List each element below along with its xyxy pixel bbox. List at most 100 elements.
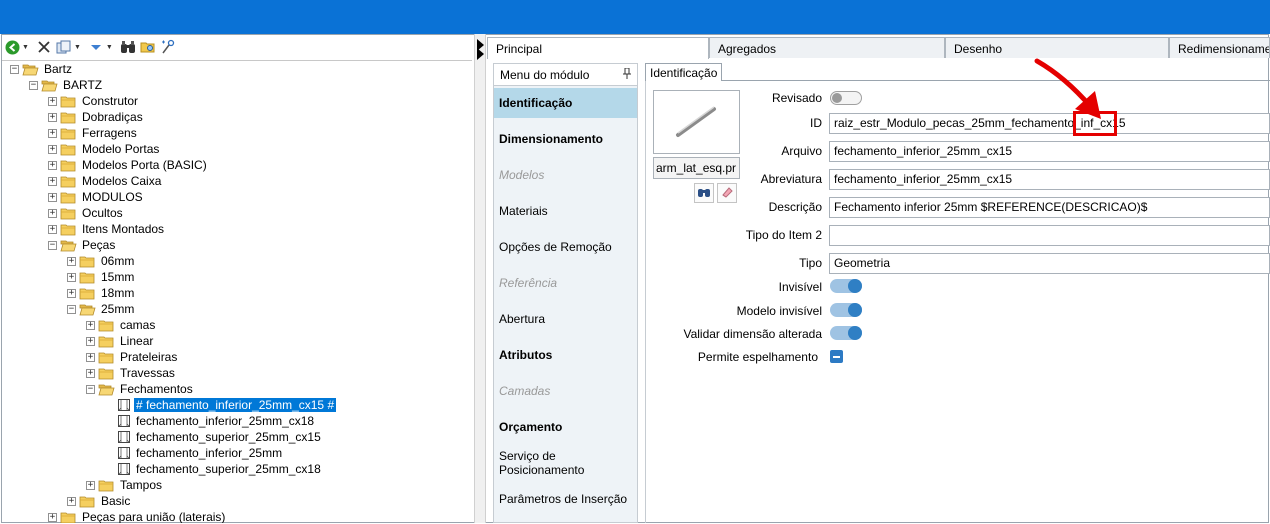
- module-menu: Menu do módulo Identificação Dimensioname…: [493, 63, 638, 523]
- menu-item[interactable]: Materiais: [494, 196, 637, 226]
- menu-item[interactable]: Atributos: [494, 340, 637, 370]
- collapse-icon[interactable]: −: [10, 64, 19, 74]
- expand-icon[interactable]: +: [86, 336, 95, 346]
- tree-item-label: 18mm: [101, 286, 135, 300]
- espelhamento-checkbox[interactable]: [830, 350, 843, 363]
- folder-icon: [79, 287, 96, 300]
- pin-icon[interactable]: [623, 67, 631, 82]
- tree-item[interactable]: + Travessas: [86, 365, 177, 381]
- tree-item[interactable]: +18mm: [67, 285, 136, 301]
- tipo-select[interactable]: Geometria: [829, 253, 1270, 274]
- expand-icon[interactable]: +: [48, 112, 57, 122]
- tree-item[interactable]: + Construtor: [48, 93, 140, 109]
- expand-icon[interactable]: +: [86, 320, 95, 330]
- collapse-icon[interactable]: −: [86, 384, 95, 394]
- tree-item[interactable]: +15mm: [67, 269, 136, 285]
- panel-splitter[interactable]: [474, 34, 486, 523]
- expand-icon[interactable]: +: [48, 192, 57, 202]
- close-icon[interactable]: [36, 39, 52, 55]
- tree-item[interactable]: + Modelos Porta (BASIC): [48, 157, 209, 173]
- tab-label: Agregados: [718, 42, 777, 56]
- expand-icon[interactable]: +: [48, 128, 57, 138]
- expand-icon[interactable]: +: [86, 368, 95, 378]
- tree-item[interactable]: + Ferragens: [48, 125, 139, 141]
- menu-item[interactable]: Orçamento: [494, 412, 637, 442]
- back-icon[interactable]: [4, 39, 20, 55]
- tree-item[interactable]: + MODULOS: [48, 189, 145, 205]
- tree-item[interactable]: − 25mm: [67, 301, 136, 317]
- collapse-icon[interactable]: −: [48, 240, 57, 250]
- menu-item[interactable]: Identificação: [494, 88, 637, 118]
- descricao-field[interactable]: Fechamento inferior 25mm $REFERENCE(DESC…: [829, 197, 1270, 218]
- settings-icon[interactable]: [160, 39, 176, 55]
- move-down-icon[interactable]: [88, 39, 104, 55]
- menu-item[interactable]: Dimensionamento: [494, 124, 637, 154]
- tab-agregados[interactable]: Agregados: [709, 37, 945, 58]
- expand-icon[interactable]: +: [86, 480, 95, 490]
- arquivo-field[interactable]: fechamento_inferior_25mm_cx15: [829, 141, 1270, 162]
- tree-item[interactable]: + Itens Montados: [48, 221, 166, 237]
- folder-search-icon[interactable]: [140, 39, 156, 55]
- tree-item[interactable]: fechamento_inferior_25mm_cx18: [105, 413, 316, 429]
- menu-item[interactable]: Abertura: [494, 304, 637, 334]
- menu-item[interactable]: Serviço de Posicionamento: [494, 448, 637, 478]
- tree-item-label: BARTZ: [63, 78, 103, 92]
- tree-item[interactable]: + Prateleiras: [86, 349, 179, 365]
- expand-icon[interactable]: +: [48, 176, 57, 186]
- menu-item[interactable]: Opções de Remoção: [494, 232, 637, 262]
- tree-item[interactable]: − Peças: [48, 237, 117, 253]
- expand-icon[interactable]: +: [86, 352, 95, 362]
- module-file-icon: [117, 446, 131, 460]
- expand-icon[interactable]: +: [67, 288, 76, 298]
- tipo-item2-field[interactable]: [829, 225, 1270, 246]
- back-dropdown-icon[interactable]: ▼: [22, 44, 29, 51]
- expand-icon[interactable]: +: [48, 512, 57, 522]
- abreviatura-field[interactable]: fechamento_inferior_25mm_cx15: [829, 169, 1270, 190]
- module-menu-title: Menu do módulo: [500, 67, 590, 82]
- expand-icon[interactable]: +: [48, 208, 57, 218]
- expand-icon[interactable]: +: [67, 272, 76, 282]
- tree-item[interactable]: fechamento_superior_25mm_cx15: [105, 429, 323, 445]
- tree-item[interactable]: + camas: [86, 317, 157, 333]
- tree-item[interactable]: − Fechamentos: [86, 381, 195, 397]
- move-dropdown-icon[interactable]: ▼: [106, 44, 113, 51]
- collapse-icon[interactable]: −: [67, 304, 76, 314]
- tree-item[interactable]: − BARTZ: [29, 77, 104, 93]
- tab-label: Desenho: [954, 42, 1003, 56]
- copy-icon[interactable]: [56, 39, 72, 55]
- validar-toggle[interactable]: [830, 326, 862, 340]
- tree-item[interactable]: + Tampos: [86, 477, 164, 493]
- tree-item[interactable]: + Linear: [86, 333, 155, 349]
- tree-item[interactable]: fechamento_inferior_25mm: [105, 445, 284, 461]
- tree-item[interactable]: +06mm: [67, 253, 136, 269]
- tree-item[interactable]: + Modelos Caixa: [48, 173, 163, 189]
- tree-item[interactable]: # fechamento_inferior_25mm_cx15 #: [105, 397, 337, 413]
- menu-item[interactable]: Parâmetros de Inserção: [494, 484, 637, 514]
- tab-identificacao[interactable]: Identificação: [645, 63, 723, 81]
- tree-item-label: Construtor: [82, 94, 139, 108]
- copy-dropdown-icon[interactable]: ▼: [74, 44, 81, 51]
- revisado-toggle[interactable]: [830, 91, 862, 105]
- tree-item[interactable]: − Bartz: [10, 61, 74, 77]
- tree-item[interactable]: + Ocultos: [48, 205, 125, 221]
- expand-icon[interactable]: +: [67, 256, 76, 266]
- modelo-invisivel-toggle[interactable]: [830, 303, 862, 317]
- expand-icon[interactable]: +: [48, 144, 57, 154]
- collapse-icon[interactable]: −: [29, 80, 38, 90]
- collapse-arrow-icon-2[interactable]: [477, 48, 484, 60]
- expand-icon[interactable]: +: [48, 160, 57, 170]
- expand-icon[interactable]: +: [48, 224, 57, 234]
- folder-icon: [79, 255, 96, 268]
- tree-item[interactable]: + Basic: [67, 493, 132, 509]
- binoculars-icon[interactable]: [120, 39, 136, 55]
- invisivel-toggle[interactable]: [830, 279, 862, 293]
- tab-principal[interactable]: Principal: [487, 37, 709, 59]
- tab-redimensionamento[interactable]: Redimensionamento: [1169, 37, 1270, 58]
- expand-icon[interactable]: +: [48, 96, 57, 106]
- tree-item[interactable]: + Peças para união (laterais): [48, 509, 227, 523]
- expand-icon[interactable]: +: [67, 496, 76, 506]
- tree-item[interactable]: + Modelo Portas: [48, 141, 161, 157]
- tree-item[interactable]: fechamento_superior_25mm_cx18: [105, 461, 323, 477]
- tree-item-label: 25mm: [101, 302, 135, 316]
- tree-item[interactable]: + Dobradiças: [48, 109, 145, 125]
